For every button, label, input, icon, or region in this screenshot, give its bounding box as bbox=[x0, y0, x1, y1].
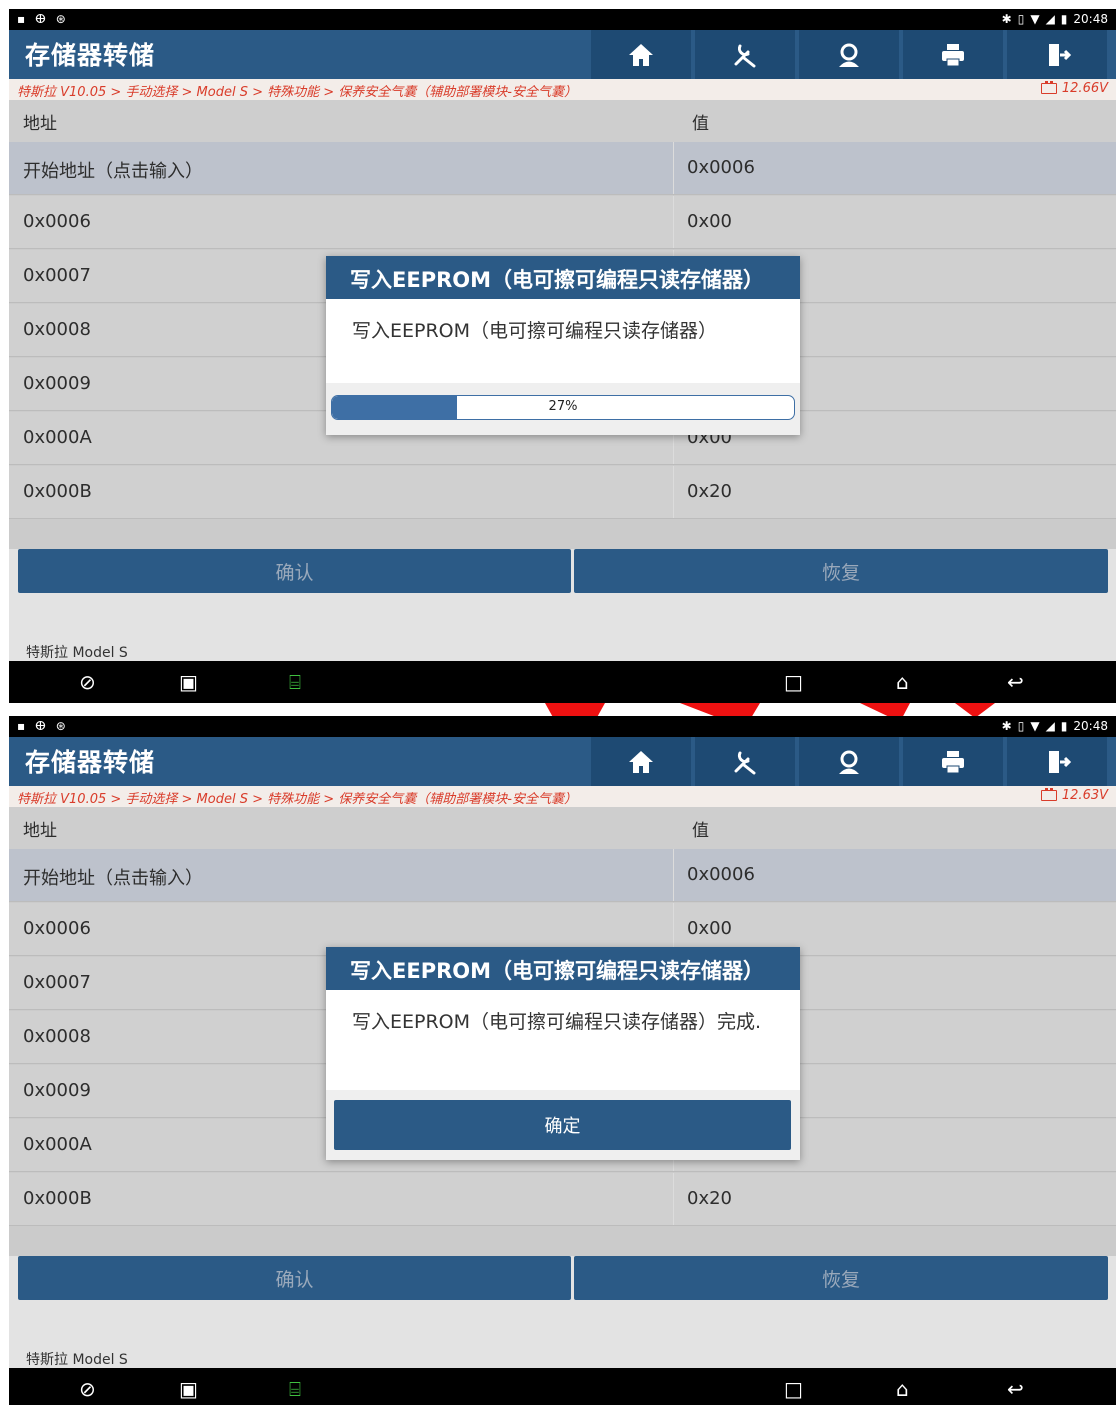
home-icon bbox=[629, 750, 653, 773]
support-agent-icon bbox=[839, 750, 859, 774]
wifi-icon: ▼ bbox=[1030, 12, 1040, 26]
support-agent-icon bbox=[839, 43, 859, 67]
dialog-title: 写入EEPROM（电可擦可编程只读存储器） bbox=[326, 947, 800, 990]
vehicle-label: 特斯拉 Model S bbox=[26, 1352, 128, 1368]
vci-icon[interactable]: ⌸ bbox=[289, 1377, 301, 1401]
home-nav-icon[interactable]: ⌂ bbox=[896, 1377, 909, 1401]
dialog-footer: 确定 bbox=[326, 1090, 800, 1160]
print-button[interactable] bbox=[903, 737, 1003, 786]
repair-tools-button[interactable] bbox=[695, 30, 795, 79]
exit-button[interactable] bbox=[1007, 30, 1107, 79]
notification-icon: ▪ bbox=[17, 719, 26, 733]
voltage-value: 12.66V bbox=[1061, 81, 1108, 96]
breadcrumb: 特斯拉 V10.05 > 手动选择 > Model S > 特殊功能 > 保养安… bbox=[17, 85, 577, 100]
breadcrumb-bar: 特斯拉 V10.05 > 手动选择 > Model S > 特殊功能 > 保养安… bbox=[9, 79, 1116, 100]
clock: 20:48 bbox=[1073, 12, 1108, 26]
support-button[interactable] bbox=[799, 737, 899, 786]
exit-button[interactable] bbox=[1007, 737, 1107, 786]
bluetooth-icon: ✱ bbox=[1001, 719, 1012, 733]
battery-icon: ▮ bbox=[1060, 719, 1068, 733]
repair-tools-icon bbox=[734, 751, 756, 774]
home-icon bbox=[629, 43, 653, 66]
voltage-indicator: 12.66V bbox=[1040, 81, 1108, 96]
settings-notification-icon: ⊛ bbox=[55, 12, 66, 26]
wifi-icon: ▼ bbox=[1030, 719, 1040, 733]
home-button[interactable] bbox=[591, 737, 691, 786]
page-title: 存储器转储 bbox=[25, 748, 156, 777]
back-icon[interactable]: ↩ bbox=[1007, 1377, 1024, 1401]
print-icon bbox=[942, 43, 964, 66]
home-button[interactable] bbox=[591, 30, 691, 79]
browser-icon[interactable]: ⊘ bbox=[79, 670, 96, 694]
screen-write-complete: ▪ ⴲ ⊛ ✱ ▯ ▼ ◢ ▮ 20:48 存储器转储 特斯拉 V10.05 >… bbox=[9, 716, 1116, 1405]
settings-notification-icon: ⊛ bbox=[55, 719, 66, 733]
print-button[interactable] bbox=[903, 30, 1003, 79]
usb-icon: ⴲ bbox=[35, 719, 46, 733]
battery-icon: ▮ bbox=[1060, 12, 1068, 26]
notification-icon: ▪ bbox=[17, 12, 26, 26]
recent-apps-icon[interactable]: □ bbox=[784, 1377, 803, 1401]
signal-icon: ◢ bbox=[1045, 12, 1055, 26]
restore-button[interactable]: 恢复 bbox=[574, 1256, 1108, 1300]
ok-button[interactable]: 确定 bbox=[334, 1100, 791, 1150]
completion-dialog: 写入EEPROM（电可擦可编程只读存储器） 写入EEPROM（电可擦可编程只读存… bbox=[326, 947, 800, 1160]
dialog-footer: 27% bbox=[326, 383, 800, 435]
status-bar: ▪ ⴲ ⊛ ✱ ▯ ▼ ◢ ▮ 20:48 bbox=[9, 9, 1116, 30]
home-nav-icon[interactable]: ⌂ bbox=[896, 670, 909, 694]
screen-writing-progress: ▪ ⴲ ⊛ ✱ ▯ ▼ ◢ ▮ 20:48 存储器转储 特斯拉 V10.05 >… bbox=[9, 9, 1116, 703]
breadcrumb: 特斯拉 V10.05 > 手动选择 > Model S > 特殊功能 > 保养安… bbox=[17, 792, 577, 807]
bluetooth-icon: ✱ bbox=[1001, 12, 1012, 26]
vci-icon[interactable]: ⌸ bbox=[289, 670, 301, 694]
vehicle-label: 特斯拉 Model S bbox=[26, 645, 128, 661]
vibrate-icon: ▯ bbox=[1017, 719, 1025, 733]
restore-button[interactable]: 恢复 bbox=[574, 549, 1108, 593]
gallery-icon[interactable]: ▣ bbox=[179, 1377, 198, 1401]
repair-tools-icon bbox=[734, 44, 756, 67]
dialog-title: 写入EEPROM（电可擦可编程只读存储器） bbox=[326, 256, 800, 299]
confirm-button[interactable]: 确认 bbox=[18, 549, 571, 593]
car-battery-icon bbox=[1040, 788, 1057, 801]
vibrate-icon: ▯ bbox=[1017, 12, 1025, 26]
dialog-message: 写入EEPROM（电可擦可编程只读存储器）完成. bbox=[326, 990, 800, 1090]
voltage-indicator: 12.63V bbox=[1040, 788, 1108, 803]
signal-icon: ◢ bbox=[1045, 719, 1055, 733]
system-nav-bar: ⊘ ▣ ⌸ □ ⌂ ↩ bbox=[9, 661, 1116, 703]
action-bar: 确认 恢复 bbox=[9, 549, 1116, 595]
progress-bar: 27% bbox=[331, 395, 795, 420]
confirm-button[interactable]: 确认 bbox=[18, 1256, 571, 1300]
exit-icon bbox=[1049, 43, 1072, 66]
title-bar: 存储器转储 bbox=[9, 30, 1116, 79]
action-bar: 确认 恢复 bbox=[9, 1256, 1116, 1302]
progress-label: 27% bbox=[548, 399, 578, 414]
browser-icon[interactable]: ⊘ bbox=[79, 1377, 96, 1401]
dialog-message: 写入EEPROM（电可擦可编程只读存储器） bbox=[326, 299, 800, 383]
system-nav-bar: ⊘ ▣ ⌸ □ ⌂ ↩ bbox=[9, 1368, 1116, 1405]
support-button[interactable] bbox=[799, 30, 899, 79]
back-icon[interactable]: ↩ bbox=[1007, 670, 1024, 694]
usb-icon: ⴲ bbox=[35, 12, 46, 26]
clock: 20:48 bbox=[1073, 719, 1108, 733]
page-title: 存储器转储 bbox=[25, 41, 156, 70]
voltage-value: 12.63V bbox=[1061, 788, 1108, 803]
print-icon bbox=[942, 750, 964, 773]
breadcrumb-bar: 特斯拉 V10.05 > 手动选择 > Model S > 特殊功能 > 保养安… bbox=[9, 786, 1116, 807]
exit-icon bbox=[1049, 750, 1072, 773]
repair-tools-button[interactable] bbox=[695, 737, 795, 786]
status-bar: ▪ ⴲ ⊛ ✱ ▯ ▼ ◢ ▮ 20:48 bbox=[9, 716, 1116, 737]
title-bar: 存储器转储 bbox=[9, 737, 1116, 786]
gallery-icon[interactable]: ▣ bbox=[179, 670, 198, 694]
progress-dialog: 写入EEPROM（电可擦可编程只读存储器） 写入EEPROM（电可擦可编程只读存… bbox=[326, 256, 800, 435]
car-battery-icon bbox=[1040, 81, 1057, 94]
recent-apps-icon[interactable]: □ bbox=[784, 670, 803, 694]
